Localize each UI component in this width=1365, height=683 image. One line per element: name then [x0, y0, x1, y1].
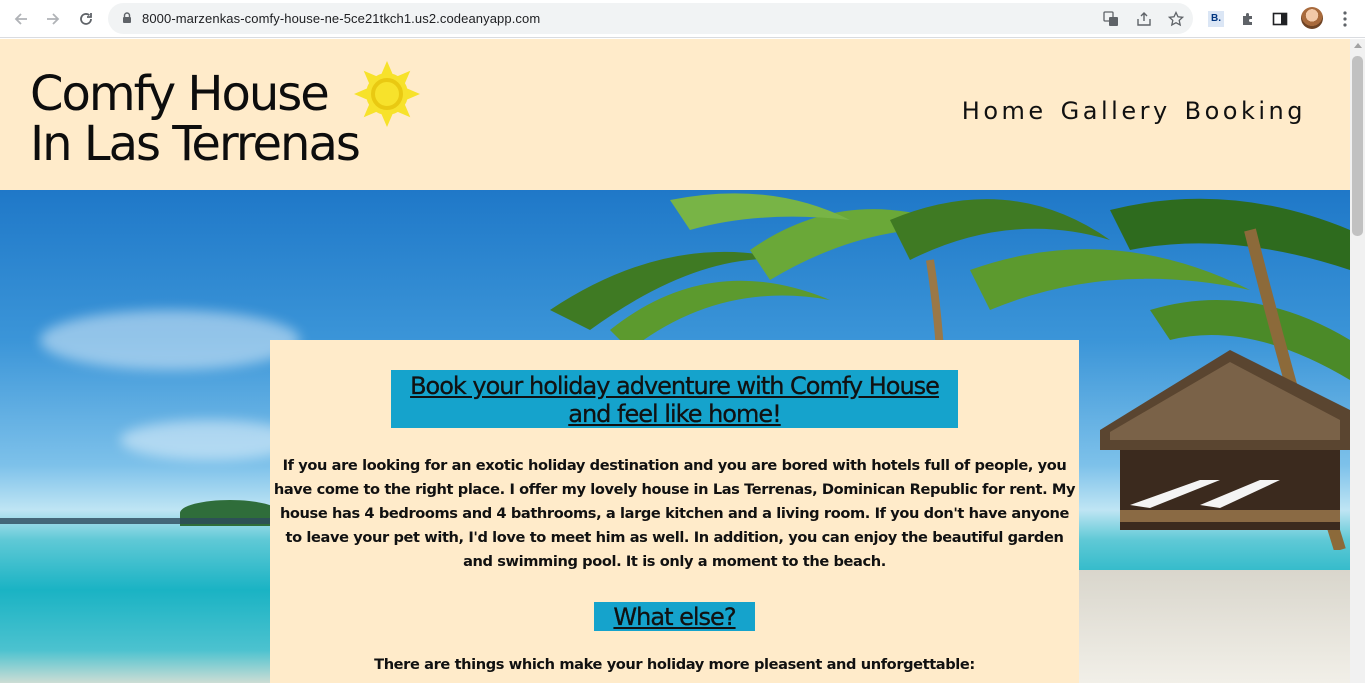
page-viewport: Comfy House In Las Terrenas Home Gallery…: [0, 39, 1350, 683]
site-logo[interactable]: Comfy House In Las Terrenas: [30, 66, 361, 172]
cloud: [40, 310, 300, 370]
page-scrollbar[interactable]: [1350, 39, 1365, 683]
address-bar[interactable]: 8000-marzenkas-comfy-house-ne-5ce21tkch1…: [108, 3, 1193, 34]
reload-button[interactable]: [73, 6, 99, 32]
features-lead: There are things which make your holiday…: [374, 656, 975, 673]
beach-sand: [1078, 570, 1350, 683]
nav-gallery-link[interactable]: Gallery: [1061, 97, 1171, 125]
nav-booking-link[interactable]: Booking: [1185, 97, 1306, 125]
browser-toolbar: 8000-marzenkas-comfy-house-ne-5ce21tkch1…: [0, 0, 1365, 38]
forward-button[interactable]: [40, 6, 66, 32]
share-icon[interactable]: [1134, 9, 1154, 29]
logo-line-2: In Las Terrenas: [30, 116, 361, 172]
heading-highlight: Book your holiday adventure with Comfy H…: [391, 370, 958, 428]
extensions-puzzle-icon[interactable]: [1237, 8, 1259, 30]
menu-kebab-icon[interactable]: [1334, 8, 1356, 30]
profile-avatar[interactable]: [1301, 7, 1323, 29]
nav-home-link[interactable]: Home: [962, 97, 1047, 125]
pier: [0, 518, 270, 524]
what-else-heading: What else?: [613, 603, 736, 631]
translate-icon[interactable]: [1101, 9, 1121, 29]
beach-hut: [1100, 350, 1350, 530]
booking-extension-icon[interactable]: B.: [1205, 8, 1227, 30]
reload-icon: [80, 13, 92, 25]
intro-paragraph: If you are looking for an exotic holiday…: [273, 457, 1076, 570]
back-button[interactable]: [8, 6, 34, 32]
arrow-left-icon: [14, 13, 27, 25]
lock-icon[interactable]: [120, 11, 134, 25]
main-nav: Home Gallery Booking: [962, 97, 1306, 125]
main-heading: Book your holiday adventure with Comfy H…: [410, 372, 940, 428]
url-text[interactable]: 8000-marzenkas-comfy-house-ne-5ce21tkch1…: [142, 11, 540, 26]
scroll-up-arrow-icon[interactable]: [1354, 43, 1362, 48]
side-panel-icon[interactable]: [1269, 8, 1291, 30]
bookmark-star-icon[interactable]: [1166, 9, 1186, 29]
arrow-right-icon: [47, 13, 60, 25]
logo-line-1: Comfy House: [30, 66, 330, 122]
intro-section: Book your holiday adventure with Comfy H…: [270, 340, 1079, 683]
site-header: Comfy House In Las Terrenas Home Gallery…: [0, 39, 1350, 190]
sun-icon: [354, 61, 420, 127]
subheading-highlight: What else?: [594, 602, 755, 631]
scroll-thumb[interactable]: [1352, 56, 1363, 236]
